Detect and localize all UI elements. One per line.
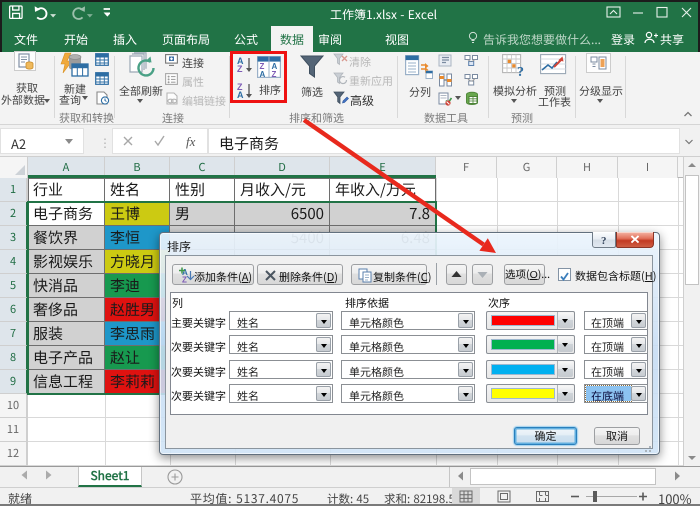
svg-text:?: ?	[601, 235, 607, 247]
svg-text:Z: Z	[182, 276, 187, 284]
svg-text:fx: fx	[186, 134, 196, 149]
svg-text:?: ?	[517, 65, 524, 78]
